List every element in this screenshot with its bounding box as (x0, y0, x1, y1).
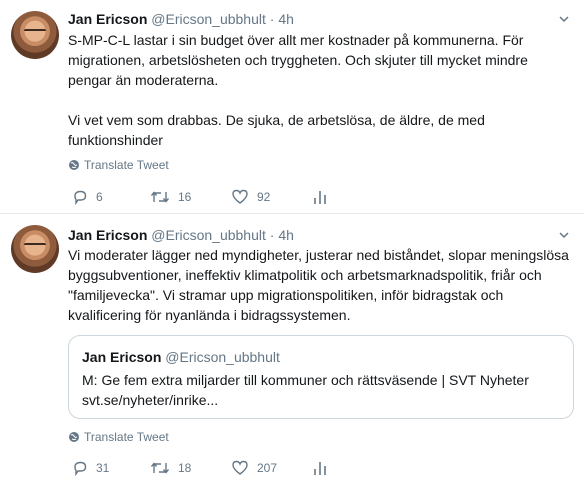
quoted-tweet-header: Jan Ericson @Ericson_ubbhult (82, 348, 280, 366)
reply-count: 6 (96, 190, 103, 204)
translate-tweet-link[interactable]: Translate Tweet (68, 429, 169, 445)
tweet-paragraph: Vi vet vem som drabbas. De sjuka, de arb… (68, 112, 485, 148)
retweet-button[interactable]: 18 (150, 458, 191, 478)
reply-icon (74, 190, 87, 205)
tweet[interactable]: Jan Ericson @Ericson_ubbhult · 4h Vi mod… (0, 214, 584, 487)
translate-label: Translate Tweet (84, 158, 169, 172)
heart-icon (232, 189, 248, 204)
retweet-icon (150, 462, 170, 474)
avatar[interactable] (11, 11, 59, 59)
like-count: 207 (257, 461, 278, 475)
tweet-text: S-MP-C-L lastar i sin budget över allt m… (68, 30, 574, 150)
separator: · (269, 227, 275, 243)
translate-label: Translate Tweet (84, 430, 169, 444)
translate-tweet-link[interactable]: Translate Tweet (68, 157, 169, 173)
author-handle[interactable]: @Ericson_ubbhult (151, 227, 266, 243)
analytics-button[interactable] (313, 458, 327, 478)
reply-count: 31 (96, 461, 110, 475)
author-handle[interactable]: @Ericson_ubbhult (151, 11, 266, 27)
chevron-down-icon[interactable] (559, 230, 569, 240)
like-count: 92 (257, 190, 271, 204)
heart-icon (232, 460, 248, 475)
author-name[interactable]: Jan Ericson (68, 227, 147, 243)
globe-icon (69, 432, 79, 442)
timestamp[interactable]: 4h (278, 227, 294, 243)
reply-icon (74, 461, 87, 476)
reply-button[interactable]: 6 (72, 187, 103, 207)
reply-button[interactable]: 31 (72, 458, 109, 478)
retweet-button[interactable]: 16 (150, 187, 191, 207)
quoted-tweet[interactable]: Jan Ericson @Ericson_ubbhult M: Ge fem e… (68, 335, 574, 419)
separator: · (269, 11, 275, 27)
retweet-icon (150, 191, 170, 203)
tweet[interactable]: Jan Ericson @Ericson_ubbhult · 4h S-MP-C… (0, 0, 584, 213)
tweet-header: Jan Ericson @Ericson_ubbhult · 4h (68, 10, 294, 28)
tweet-paragraph: Vi moderater lägger ned myndigheter, jus… (68, 247, 569, 323)
tweet-header: Jan Ericson @Ericson_ubbhult · 4h (68, 226, 294, 244)
timestamp[interactable]: 4h (278, 11, 294, 27)
quoted-tweet-text: M: Ge fem extra miljarder till kommuner … (82, 370, 562, 410)
retweet-count: 16 (178, 190, 192, 204)
quoted-author-handle: @Ericson_ubbhult (165, 349, 280, 365)
analytics-icon (314, 191, 326, 204)
retweet-count: 18 (178, 461, 192, 475)
analytics-icon (314, 462, 326, 475)
quoted-author-name: Jan Ericson (82, 349, 162, 365)
analytics-button[interactable] (313, 187, 327, 207)
quoted-text-line: M: Ge fem extra miljarder till kommuner … (82, 372, 529, 388)
like-button[interactable]: 207 (231, 458, 277, 478)
author-name[interactable]: Jan Ericson (68, 11, 147, 27)
avatar[interactable] (11, 225, 59, 273)
tweet-paragraph: S-MP-C-L lastar i sin budget över allt m… (68, 32, 528, 88)
like-button[interactable]: 92 (231, 187, 270, 207)
chevron-down-icon[interactable] (559, 14, 569, 24)
quoted-link[interactable]: svt.se/nyheter/inrike... (82, 390, 562, 410)
globe-icon (69, 160, 79, 170)
tweet-text: Vi moderater lägger ned myndigheter, jus… (68, 245, 574, 325)
